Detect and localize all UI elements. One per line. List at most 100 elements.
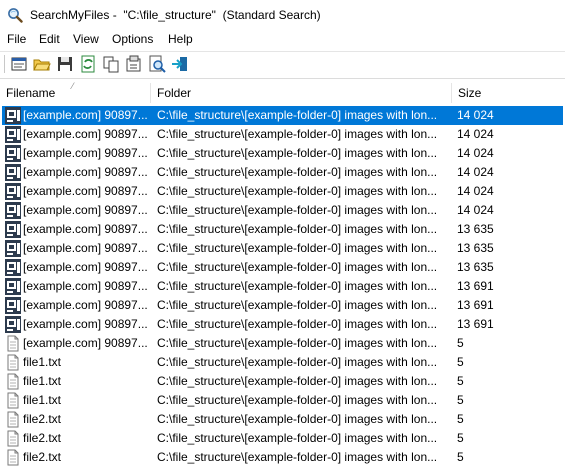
table-row[interactable]: [example.com] 90897... C:\file_structure\… (2, 182, 563, 201)
cell-size: 5 (457, 374, 464, 388)
cell-size: 13 635 (457, 241, 494, 255)
settings-icon[interactable] (125, 55, 143, 73)
table-row[interactable]: [example.com] 90897... C:\file_structure\… (2, 239, 563, 258)
image-file-icon (5, 278, 21, 295)
image-file-icon (5, 202, 21, 219)
menu-view[interactable]: View (71, 32, 101, 46)
cell-filename: [example.com] 90897... (23, 241, 148, 255)
column-header-filename[interactable]: Filename (0, 81, 150, 105)
cell-folder: C:\file_structure\[example-folder-0] ima… (157, 374, 438, 388)
cell-filename: [example.com] 90897... (23, 260, 148, 274)
table-row[interactable]: [example.com] 90897... C:\file_structure\… (2, 201, 563, 220)
cell-folder: C:\file_structure\[example-folder-0] ima… (157, 412, 438, 426)
menu-file[interactable]: File (5, 32, 28, 46)
image-file-icon (5, 107, 21, 124)
image-file-icon (5, 221, 21, 238)
cell-filename: [example.com] 90897... (23, 127, 148, 141)
table-row[interactable]: file1.txt C:\file_structure\[example-fold… (2, 391, 563, 410)
table-row[interactable]: [example.com] 90897... C:\file_structure\… (2, 258, 563, 277)
cell-size: 14 024 (457, 108, 494, 122)
text-file-icon (5, 430, 21, 447)
table-row[interactable]: [example.com] 90897... C:\file_structure\… (2, 125, 563, 144)
table-row[interactable]: [example.com] 90897... C:\file_structure\… (2, 334, 563, 353)
results-list[interactable]: Filename ⁄ Folder Size [example.com] 908… (0, 78, 565, 472)
text-file-icon (5, 392, 21, 409)
table-row[interactable]: [example.com] 90897... C:\file_structure\… (2, 163, 563, 182)
cell-filename: [example.com] 90897... (23, 165, 148, 179)
table-row[interactable]: file1.txt C:\file_structure\[example-fold… (2, 372, 563, 391)
cell-folder: C:\file_structure\[example-folder-0] ima… (157, 241, 438, 255)
open-folder-icon[interactable] (33, 55, 51, 73)
cell-size: 5 (457, 431, 464, 445)
cell-size: 13 691 (457, 298, 494, 312)
table-row[interactable]: [example.com] 90897... C:\file_structure\… (2, 106, 563, 125)
table-row[interactable]: file2.txt C:\file_structure\[example-fold… (2, 410, 563, 429)
copy-icon[interactable] (102, 55, 120, 73)
toolbar (0, 51, 565, 78)
menu-options[interactable]: Options (110, 32, 155, 46)
sort-ascending-icon: ⁄ (72, 81, 74, 91)
cell-filename: [example.com] 90897... (23, 298, 148, 312)
cell-filename: [example.com] 90897... (23, 279, 148, 293)
table-row[interactable]: file2.txt C:\file_structure\[example-fold… (2, 448, 563, 467)
cell-size: 14 024 (457, 184, 494, 198)
cell-size: 14 024 (457, 127, 494, 141)
table-row[interactable]: [example.com] 90897... C:\file_structure\… (2, 144, 563, 163)
properties-icon[interactable] (10, 55, 28, 73)
title-bar: SearchMyFiles - "C:\file_structure" (Sta… (0, 0, 565, 30)
cell-folder: C:\file_structure\[example-folder-0] ima… (157, 108, 438, 122)
text-file-icon (5, 373, 21, 390)
cell-size: 14 024 (457, 165, 494, 179)
table-row[interactable]: [example.com] 90897... C:\file_structure\… (2, 296, 563, 315)
column-header-size[interactable]: Size (452, 81, 552, 105)
cell-folder: C:\file_structure\[example-folder-0] ima… (157, 450, 438, 464)
cell-size: 5 (457, 412, 464, 426)
image-file-icon (5, 126, 21, 143)
cell-size: 5 (457, 450, 464, 464)
toolbar-divider (4, 55, 5, 73)
cell-folder: C:\file_structure\[example-folder-0] ima… (157, 260, 438, 274)
exit-icon[interactable] (171, 55, 189, 73)
cell-folder: C:\file_structure\[example-folder-0] ima… (157, 127, 438, 141)
cell-folder: C:\file_structure\[example-folder-0] ima… (157, 298, 438, 312)
menu-edit[interactable]: Edit (37, 32, 62, 46)
text-file-icon (5, 354, 21, 371)
cell-size: 13 635 (457, 222, 494, 236)
cell-filename: [example.com] 90897... (23, 146, 148, 160)
table-row[interactable]: [example.com] 90897... C:\file_structure\… (2, 315, 563, 334)
table-row[interactable]: [example.com] 90897... C:\file_structure\… (2, 277, 563, 296)
column-header-folder[interactable]: Folder (151, 81, 451, 105)
cell-filename: file2.txt (23, 431, 62, 445)
cell-filename: file1.txt (23, 355, 62, 369)
refresh-icon[interactable] (79, 55, 97, 73)
cell-folder: C:\file_structure\[example-folder-0] ima… (157, 431, 438, 445)
cell-filename: file1.txt (23, 374, 62, 388)
cell-filename: file1.txt (23, 393, 62, 407)
cell-size: 5 (457, 355, 464, 369)
cell-folder: C:\file_structure\[example-folder-0] ima… (157, 317, 438, 331)
cell-filename: [example.com] 90897... (23, 317, 148, 331)
save-icon[interactable] (56, 55, 74, 73)
search-icon[interactable] (148, 55, 166, 73)
cell-filename: [example.com] 90897... (23, 203, 148, 217)
cell-folder: C:\file_structure\[example-folder-0] ima… (157, 165, 438, 179)
cell-folder: C:\file_structure\[example-folder-0] ima… (157, 355, 438, 369)
list-header: Filename ⁄ Folder Size (0, 81, 565, 105)
table-row[interactable]: [example.com] 90897... C:\file_structure\… (2, 220, 563, 239)
magnifier-app-icon (7, 7, 23, 23)
cell-filename: file2.txt (23, 412, 62, 426)
cell-filename: [example.com] 90897... (23, 336, 148, 350)
cell-folder: C:\file_structure\[example-folder-0] ima… (157, 393, 438, 407)
image-file-icon (5, 297, 21, 314)
table-row[interactable]: file2.txt C:\file_structure\[example-fold… (2, 429, 563, 448)
image-file-icon (5, 164, 21, 181)
table-row[interactable]: file1.txt C:\file_structure\[example-fold… (2, 353, 563, 372)
image-file-icon (5, 183, 21, 200)
cell-folder: C:\file_structure\[example-folder-0] ima… (157, 184, 438, 198)
cell-size: 14 024 (457, 146, 494, 160)
menu-help[interactable]: Help (166, 32, 195, 46)
cell-filename: [example.com] 90897... (23, 108, 148, 122)
cell-folder: C:\file_structure\[example-folder-0] ima… (157, 279, 438, 293)
image-file-icon (5, 145, 21, 162)
image-file-icon (5, 240, 21, 257)
